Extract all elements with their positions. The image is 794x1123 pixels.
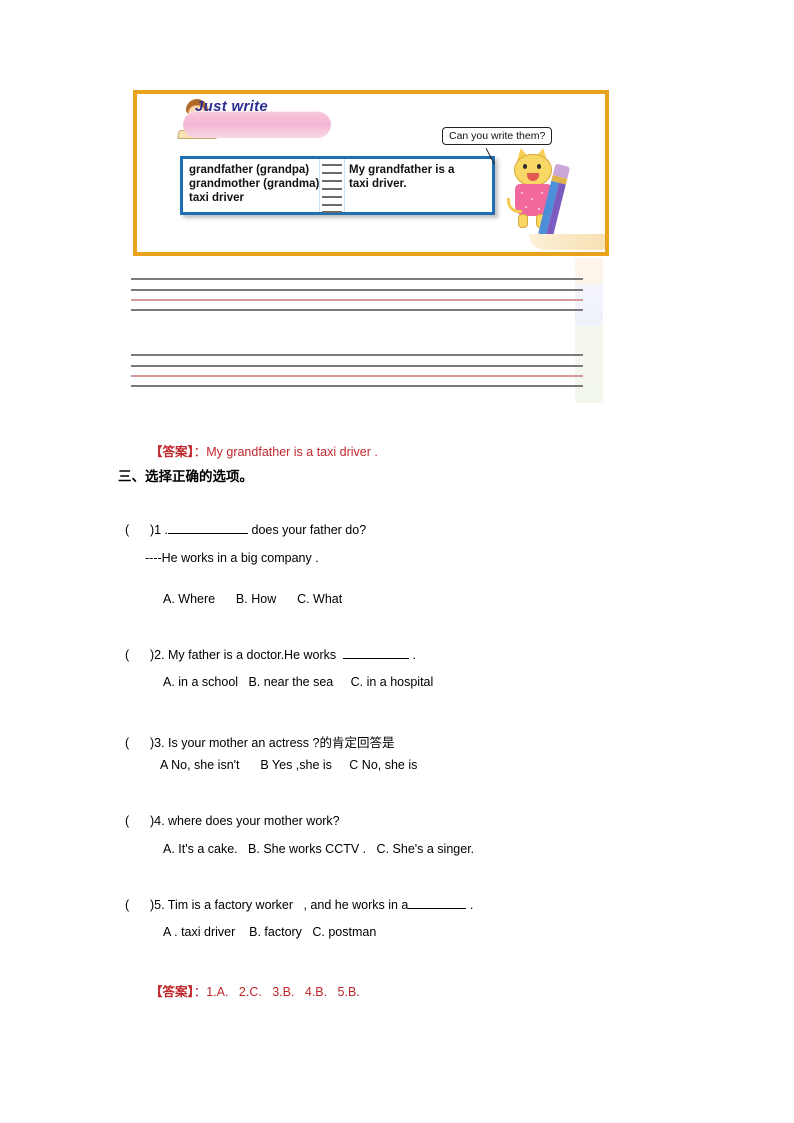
rule-line	[131, 385, 583, 387]
question-5[interactable]: ( )5. Tim is a factory worker , and he w…	[118, 884, 473, 912]
rule-line	[131, 278, 583, 280]
choice-answer-line: 【答案】：1.A. 2.C. 3.B. 4.B. 5.B.	[143, 967, 360, 1000]
question-2-blank[interactable]	[343, 658, 410, 659]
choice-answer-label: 【答案】	[149, 985, 194, 999]
question-1-marker[interactable]: ( )	[125, 523, 154, 537]
rule-line	[131, 354, 583, 356]
question-3-marker[interactable]: ( )	[125, 736, 154, 750]
question-1-stem-after: does your father do?	[248, 523, 367, 537]
section-heading: 三、选择正确的选项。	[118, 469, 253, 484]
just-write-badge	[183, 111, 331, 138]
cat-with-pencil-icon	[507, 146, 579, 249]
just-write-label: Just write	[195, 98, 269, 115]
rule-line	[131, 309, 583, 311]
question-4-stem-before: . where does your mother work?	[161, 814, 340, 828]
question-5-stem-after: .	[466, 898, 474, 912]
notebook-example-sentence: My grandfather is a taxi driver.	[349, 164, 455, 190]
question-5-blank[interactable]	[408, 908, 467, 909]
notebook-vocabulary-list: grandfather (grandpa) grandmother (grand…	[189, 164, 320, 204]
rule-line-accent	[131, 375, 583, 377]
rule-line	[131, 365, 583, 367]
question-5-marker[interactable]: ( )	[125, 898, 154, 912]
question-5-stem-before: . Tim is a factory worker , and he works…	[161, 898, 409, 912]
question-5-options[interactable]: A . taxi driver B. factory C. postman	[163, 925, 376, 939]
question-1-options[interactable]: A. Where B. How C. What	[163, 592, 342, 606]
question-3-options[interactable]: A No, she isn't B Yes ,she is C No, she …	[160, 758, 417, 772]
question-1-blank[interactable]	[168, 533, 249, 534]
question-2-options[interactable]: A. in a school B. near the sea C. in a h…	[163, 675, 433, 689]
spiral-binding-icon	[319, 159, 345, 213]
choice-answer-text: 1.A. 2.C. 3.B. 4.B. 5.B.	[206, 985, 360, 999]
handwriting-practice-lines[interactable]	[131, 272, 583, 396]
question-4-marker[interactable]: ( )	[125, 814, 154, 828]
answer-text: My grandfather is a taxi driver .	[206, 445, 378, 459]
question-4[interactable]: ( )4. where does your mother work?	[118, 800, 340, 828]
just-write-figure-card: Just write grandfather (grandpa) grandmo…	[133, 90, 609, 256]
question-3-stem-before: . Is your mother an actress ?的肯定回答是	[161, 736, 395, 750]
question-3[interactable]: ( )3. Is your mother an actress ?的肯定回答是	[118, 718, 395, 751]
ground-shadow	[529, 234, 605, 250]
question-2-stem-before: . My father is a doctor.He works	[161, 648, 344, 662]
rule-line	[131, 289, 583, 291]
answer-separator: ：	[193, 445, 207, 459]
notebook-word-box: grandfather (grandpa) grandmother (grand…	[180, 156, 495, 215]
question-1-subline: ----He works in a big company .	[145, 551, 319, 565]
question-1-stem-before: .	[161, 523, 169, 537]
question-2-stem-after: .	[409, 648, 417, 662]
choice-answer-separator: ：	[193, 985, 207, 999]
question-2-marker[interactable]: ( )	[125, 648, 154, 662]
rule-line-accent	[131, 299, 583, 301]
question-4-options[interactable]: A. It's a cake. B. She works CCTV . C. S…	[163, 842, 474, 856]
answer-label: 【答案】	[149, 445, 194, 459]
question-1[interactable]: ( )1 . does your father do?	[118, 509, 366, 537]
question-2[interactable]: ( )2. My father is a doctor.He works .	[118, 634, 416, 662]
writing-answer-line: 【答案】：My grandfather is a taxi driver .	[143, 427, 378, 460]
